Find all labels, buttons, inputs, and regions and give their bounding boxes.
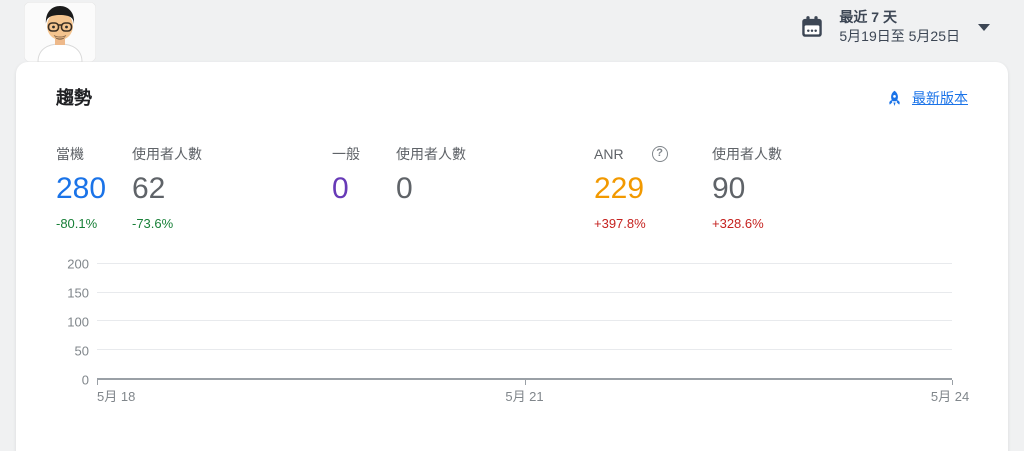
y-axis-label: 100 (67, 315, 89, 330)
y-axis-label: 50 (75, 344, 89, 359)
metric-delta: -80.1% (56, 216, 132, 232)
metric-crashes: 當機 280 -80.1% (56, 144, 132, 232)
x-axis-labels: 5月 18 5月 21 5月 24 (97, 380, 952, 402)
date-range-value: 5月19日至 5月25日 (839, 27, 960, 46)
latest-version-label[interactable]: 最新版本 (912, 88, 968, 108)
y-axis-label: 200 (67, 257, 89, 272)
metric-label: 當機 (56, 144, 132, 164)
metric-value: 0 (332, 170, 396, 208)
metric-value: 0 (396, 170, 594, 208)
metric-general: 一般 0 (332, 144, 396, 232)
rocket-icon (885, 89, 904, 108)
chevron-down-icon (978, 24, 990, 31)
metric-label: 使用者人數 (132, 144, 332, 164)
user-avatar[interactable] (24, 2, 96, 62)
latest-version-link[interactable]: 最新版本 (885, 88, 968, 108)
metric-delta: +397.8% (594, 216, 712, 232)
date-range-title: 最近 7 天 (839, 8, 960, 27)
x-tick (952, 380, 953, 385)
date-range-picker[interactable]: 最近 7 天 5月19日至 5月25日 (799, 8, 990, 46)
y-axis-label: 0 (82, 373, 89, 388)
metric-general-users: 使用者人數 0 (396, 144, 594, 232)
help-icon[interactable]: ? (652, 146, 668, 162)
x-axis-label: 5月 18 (97, 386, 135, 405)
top-bar: 最近 7 天 5月19日至 5月25日 (0, 0, 1024, 62)
chart-plot (97, 264, 952, 380)
x-axis-label: 5月 21 (505, 386, 543, 405)
metric-delta (332, 216, 396, 232)
metric-crash-users: 使用者人數 62 -73.6% (132, 144, 332, 232)
metric-label: ANR (594, 144, 624, 164)
metric-label: 一般 (332, 144, 396, 164)
metric-value: 229 (594, 170, 712, 208)
metric-value: 280 (56, 170, 132, 208)
metric-delta: +328.6% (712, 216, 782, 232)
chart-bars (97, 264, 952, 378)
metric-anr-users: 使用者人數 90 +328.6% (712, 144, 782, 232)
metric-label: 使用者人數 (396, 144, 594, 164)
trends-chart: 050100150200 5月 18 5月 21 5月 24 (56, 264, 952, 402)
avatar-illustration (24, 2, 96, 62)
metric-value: 90 (712, 170, 782, 208)
metric-delta (396, 216, 594, 232)
metric-label: 使用者人數 (712, 144, 782, 164)
y-axis-labels: 050100150200 (56, 264, 97, 380)
page-title: 趨勢 (56, 86, 92, 110)
calendar-icon (799, 14, 825, 40)
metric-delta: -73.6% (132, 216, 332, 232)
x-axis-label: 5月 24 (931, 386, 969, 405)
y-axis-label: 150 (67, 286, 89, 301)
metrics-row: 當機 280 -80.1% 使用者人數 62 -73.6% 一般 0 使用者人數… (56, 144, 968, 232)
metric-value: 62 (132, 170, 332, 208)
metric-anr: ANR ? 229 +397.8% (594, 144, 712, 232)
trends-card: 趨勢 最新版本 當機 280 -80.1% 使用者人數 62 -73.6% 一般… (16, 62, 1008, 451)
